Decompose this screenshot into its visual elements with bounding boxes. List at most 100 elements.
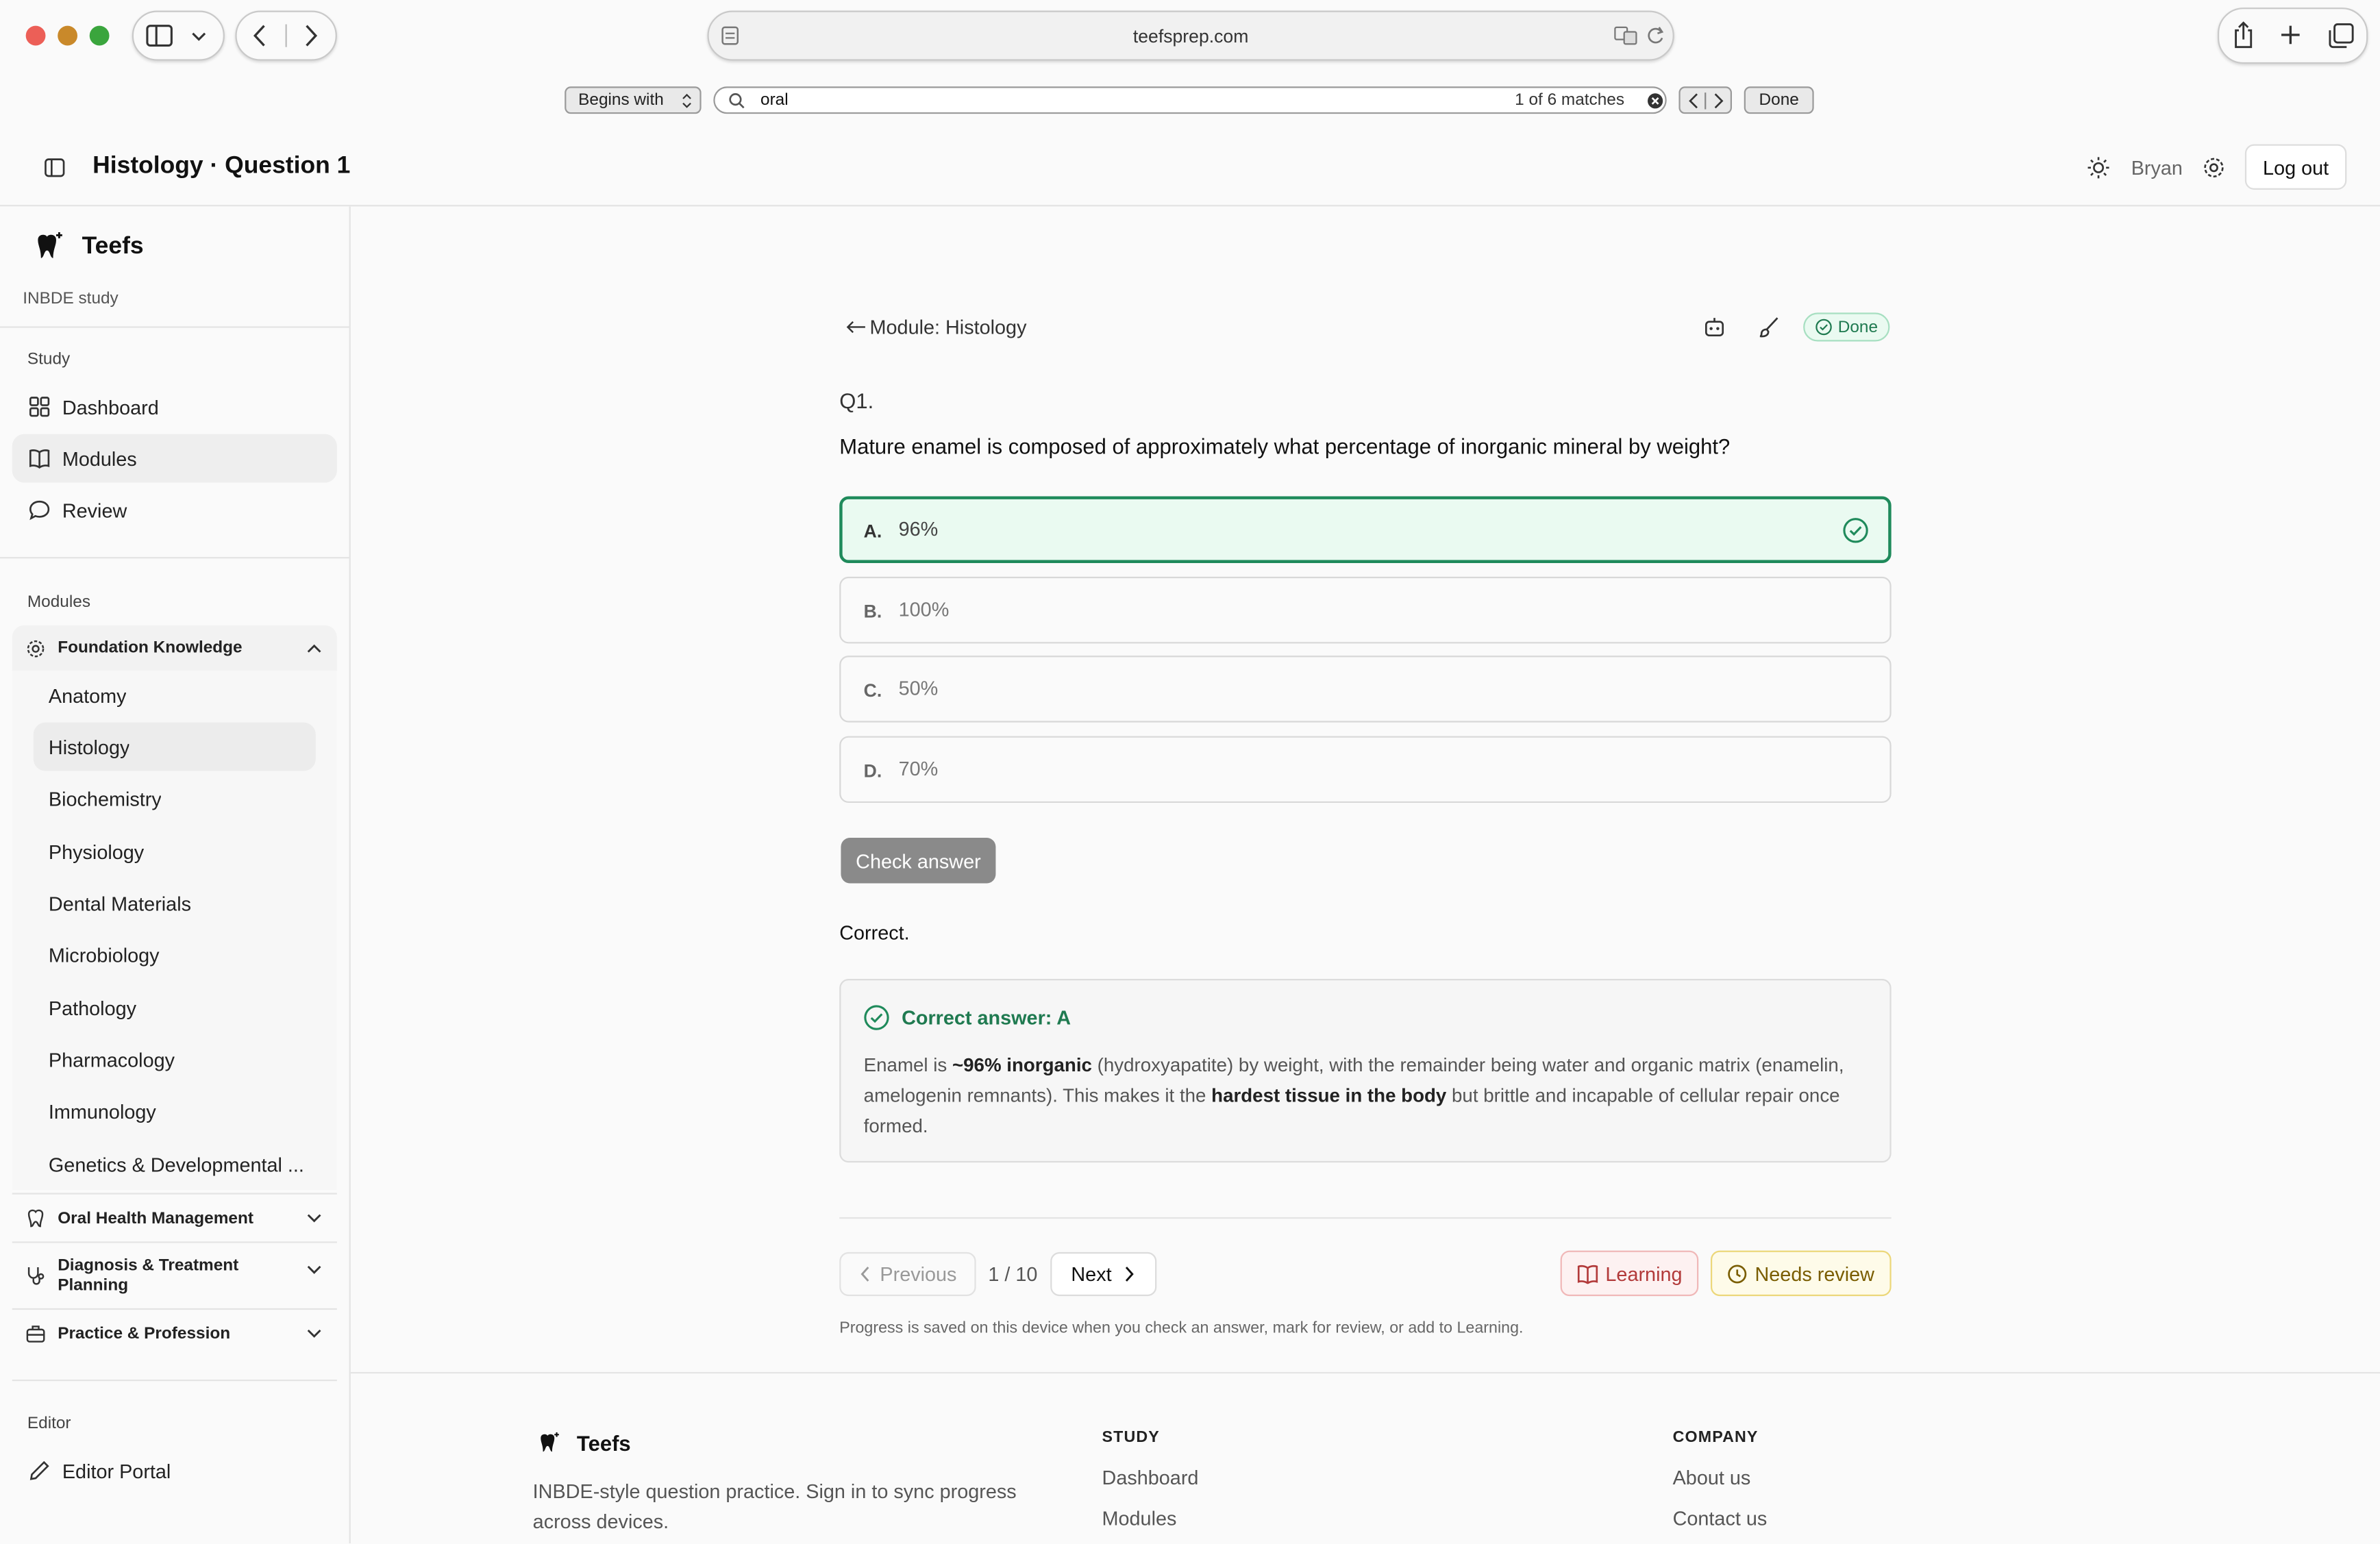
reload-icon[interactable] [1646, 26, 1665, 46]
option-text: 100% [898, 597, 950, 621]
sidebar-item-anatomy[interactable]: Anatomy [34, 671, 316, 719]
find-mode-select[interactable]: Begins with [565, 86, 702, 114]
page-title: Histology · Question 1 [92, 153, 351, 179]
page-position: 1 / 10 [988, 1262, 1038, 1286]
explanation-body: Enamel is ~96% inorganic (hydroxyapatite… [864, 1050, 1873, 1141]
new-tab-icon[interactable] [2280, 24, 2301, 45]
stethoscope-icon [27, 1267, 45, 1285]
answer-option-b[interactable]: B. 100% [839, 576, 1892, 644]
sidebar-item-label: Histology [48, 735, 130, 758]
footer-link-modules[interactable]: Modules [1102, 1507, 1177, 1530]
address-bar[interactable]: teefsprep.com [707, 10, 1674, 61]
sidebar-item-physiology[interactable]: Physiology [34, 827, 316, 876]
back-link-label: Module: Histology [869, 315, 1027, 339]
footer-tagline: INBDE-style question practice. Sign in t… [532, 1480, 1017, 1533]
chevron-left-icon [860, 1267, 869, 1282]
window-close-button[interactable] [25, 25, 46, 46]
option-letter: C. [863, 680, 882, 701]
answer-option-a[interactable]: A. 96% [839, 496, 1892, 563]
find-input[interactable]: oral 1 of 6 matches [713, 86, 1667, 114]
sidebar-item-editor-portal[interactable]: Editor Portal [12, 1446, 337, 1495]
next-label: Next [1071, 1262, 1112, 1286]
toolbar-right-group [2217, 8, 2368, 64]
translate-icon[interactable] [1613, 26, 1637, 46]
explanation-panel: Correct answer: A Enamel is ~96% inorgan… [839, 979, 1892, 1163]
edit-brush-icon[interactable] [1758, 316, 1781, 338]
sidebar-item-pharmacology[interactable]: Pharmacology [34, 1035, 316, 1084]
chevron-down-icon [307, 1265, 321, 1274]
search-icon [729, 93, 745, 109]
sidebar-icon [146, 25, 173, 47]
sidebar-item-biochemistry[interactable]: Biochemistry [34, 774, 316, 823]
find-prev-next[interactable] [1678, 86, 1732, 114]
sidebar-item-microbiology[interactable]: Microbiology [34, 930, 316, 979]
tabs-overview-icon[interactable] [2329, 23, 2355, 49]
module-group-label: Oral Health Management [58, 1208, 253, 1228]
find-done-button[interactable]: Done [1744, 86, 1814, 114]
sidebar-toggle-group[interactable] [132, 10, 225, 61]
answer-option-c[interactable]: C. 50% [839, 656, 1892, 723]
module-group-diagnosis[interactable]: Diagnosis & Treatment Planning [12, 1243, 337, 1308]
sidebar-item-genetics[interactable]: Genetics & Developmental ... [34, 1140, 316, 1188]
sidebar-item-review[interactable]: Review [12, 486, 337, 534]
chevron-right-icon [1126, 1267, 1135, 1282]
briefcase-icon [26, 1325, 45, 1343]
editor-section-label: Editor [27, 1414, 71, 1433]
needs-review-button[interactable]: Needs review [1710, 1250, 1892, 1297]
find-previous-icon[interactable] [1688, 92, 1699, 109]
check-circle-icon [1815, 319, 1832, 336]
nav-divider [285, 24, 287, 47]
option-text: 70% [898, 757, 939, 780]
forward-icon[interactable] [303, 24, 319, 47]
username: Bryan [2131, 156, 2183, 179]
pencil-icon [29, 1460, 49, 1480]
find-next-icon[interactable] [1713, 92, 1724, 109]
check-circle-icon [864, 1005, 889, 1030]
sidebar-item-pathology[interactable]: Pathology [34, 984, 316, 1032]
logout-button[interactable]: Log out [2244, 144, 2347, 190]
sidebar-item-modules[interactable]: Modules [12, 434, 337, 483]
find-query-text: oral [760, 90, 789, 110]
back-icon[interactable] [252, 24, 267, 47]
module-group-label: Foundation Knowledge [58, 638, 243, 658]
window-minimize-button[interactable] [58, 25, 77, 46]
share-icon[interactable] [2233, 21, 2254, 49]
sidebar-item-histology[interactable]: Histology [33, 722, 316, 771]
sidebar-item-dashboard[interactable]: Dashboard [12, 382, 337, 431]
settings-gear-icon[interactable] [2203, 156, 2225, 179]
header-divider [0, 205, 2380, 207]
next-button[interactable]: Next [1050, 1252, 1157, 1297]
sidebar-collapse-icon[interactable] [44, 158, 65, 177]
explanation-bold: ~96% inorganic [952, 1054, 1092, 1076]
footer-link-dashboard[interactable]: Dashboard [1102, 1466, 1199, 1489]
check-answer-button[interactable]: Check answer [841, 838, 996, 884]
footer-company-heading: COMPANY [1672, 1428, 1759, 1447]
footer-divider [350, 1371, 2380, 1374]
clear-search-icon[interactable] [1647, 92, 1663, 109]
gear-ring-icon [27, 639, 45, 657]
robot-icon[interactable] [1703, 316, 1726, 338]
sidebar-item-label: Pharmacology [48, 1047, 175, 1071]
footer-link-contact[interactable]: Contact us [1673, 1507, 1768, 1530]
module-group-oral-health[interactable]: Oral Health Management [12, 1195, 337, 1242]
previous-button[interactable]: Previous [839, 1252, 976, 1297]
learning-button[interactable]: Learning [1560, 1250, 1699, 1297]
sidebar-app-name: Teefs [82, 234, 144, 260]
module-group-foundation-knowledge[interactable]: Foundation Knowledge [12, 625, 337, 671]
chevron-down-icon [307, 1214, 321, 1223]
module-group-practice[interactable]: Practice & Profession [12, 1310, 337, 1357]
footer-link-about[interactable]: About us [1673, 1466, 1751, 1489]
footer-brand: Teefs [576, 1431, 631, 1456]
sun-icon[interactable] [2087, 156, 2109, 179]
sidebar-item-label: Review [62, 498, 127, 522]
back-to-module-link[interactable]: Module: Histology [845, 316, 1026, 338]
nav-buttons-group [235, 10, 337, 61]
sidebar-item-dental-materials[interactable]: Dental Materials [34, 879, 316, 927]
answer-option-d[interactable]: D. 70% [839, 736, 1892, 804]
window-zoom-button[interactable] [89, 25, 110, 46]
previous-label: Previous [880, 1262, 957, 1286]
option-letter: A. [863, 520, 882, 542]
sidebar-item-immunology[interactable]: Immunology [34, 1086, 316, 1135]
learning-label: Learning [1605, 1262, 1683, 1285]
done-status-badge: Done [1803, 312, 1890, 342]
